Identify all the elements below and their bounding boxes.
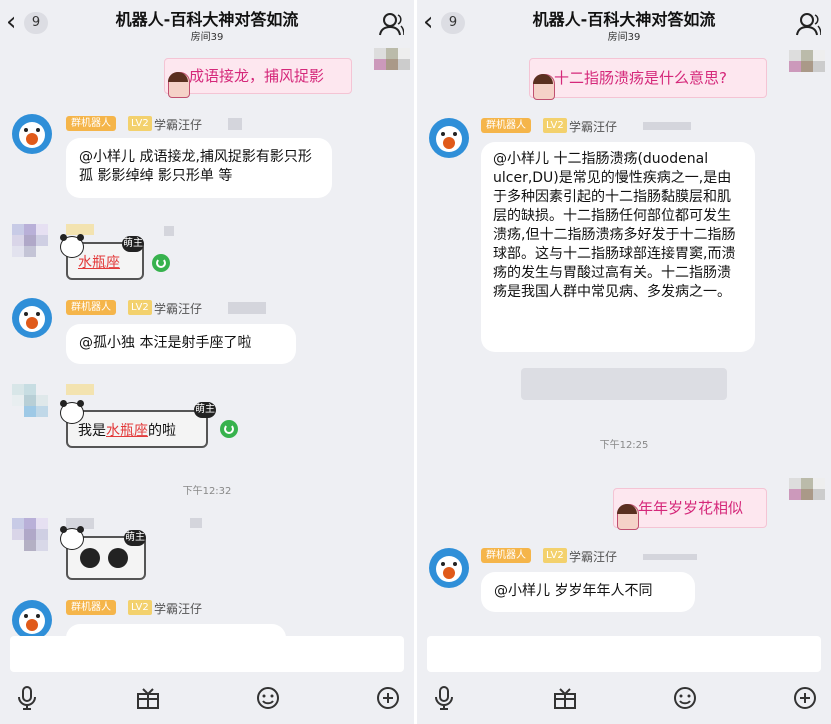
bot-tag: 群机器人 (66, 600, 116, 615)
bot-reply-bubble[interactable]: @孤小独 本汪是射手座了啦 (66, 324, 296, 364)
sticker-girl-icon (617, 504, 639, 530)
level-tag: LV2 (128, 600, 152, 615)
blurred-info (643, 554, 697, 560)
group-members-icon[interactable] (795, 12, 821, 36)
my-message-bubble[interactable]: 成语接龙，捕风捉影 (164, 58, 352, 94)
microphone-icon[interactable] (15, 686, 39, 710)
bot-avatar[interactable] (12, 114, 52, 154)
message-link[interactable]: 水瓶座 (106, 423, 148, 439)
input-bar (0, 636, 414, 724)
bot-tag: 群机器人 (66, 116, 116, 131)
emoji-icon[interactable] (673, 686, 697, 710)
plus-icon[interactable] (376, 686, 400, 710)
sticker-girl-icon (168, 72, 190, 98)
bot-avatar[interactable] (12, 600, 52, 640)
message-list[interactable]: 十二指肠溃疡是什么意思? 群机器人 LV2 学霸汪仔 @小样儿 十二指肠溃疡(d… (417, 46, 831, 636)
gift-icon[interactable] (553, 686, 577, 710)
panda-eye-icon (80, 548, 100, 568)
my-message-bubble[interactable]: 十二指肠溃疡是什么意思? (529, 58, 767, 98)
timestamp: 下午12:32 (182, 486, 232, 497)
panda-sticker-icon (60, 400, 84, 424)
self-avatar[interactable] (789, 478, 827, 522)
panda-eye-icon (108, 548, 128, 568)
bot-avatar[interactable] (429, 548, 469, 588)
timestamp: 下午12:25 (599, 440, 649, 451)
chat-pane-right: ‹ 9 机器人-百科大神对答如流 房间39 十二指肠溃疡是什么意思? 群机器人 … (417, 0, 831, 724)
bot-tag: 群机器人 (481, 118, 531, 133)
level-tag: LV2 (128, 116, 152, 131)
message-input[interactable] (10, 636, 404, 672)
message-input[interactable] (427, 636, 821, 672)
reward-icon[interactable] (152, 254, 170, 272)
bot-name: 学霸汪仔 (569, 120, 618, 134)
room-label: 房间39 (607, 32, 641, 43)
blurred-message (521, 368, 727, 400)
sticker-girl-icon (533, 74, 555, 100)
plus-icon[interactable] (793, 686, 817, 710)
mengzhu-badge: 萌主 (194, 402, 216, 418)
bot-name: 学霸汪仔 (154, 602, 203, 616)
blurred-name (190, 518, 202, 528)
level-tag: LV2 (543, 118, 567, 133)
chat-title: 机器人-百科大神对答如流 (115, 10, 299, 29)
chat-pane-left: ‹ 9 机器人-百科大神对答如流 房间39 成语接龙，捕风捉影 群机器人 LV2… (0, 0, 414, 724)
bot-reply-bubble[interactable]: @小样儿 成语接龙,捕风捉影有影只形孤 影影绰绰 影只形单 等 (66, 138, 332, 198)
user-avatar[interactable] (12, 384, 50, 428)
bot-tag: 群机器人 (481, 548, 531, 563)
input-bar (417, 636, 831, 724)
user-avatar[interactable] (12, 224, 50, 268)
reward-icon[interactable] (220, 420, 238, 438)
self-avatar[interactable] (789, 50, 827, 94)
blurred-name (66, 384, 94, 395)
message-list[interactable]: 成语接龙，捕风捉影 群机器人 LV2 学霸汪仔 @小样儿 成语接龙,捕风捉影有影… (0, 46, 414, 654)
blurred-info (228, 118, 242, 130)
gift-icon[interactable] (136, 686, 160, 710)
panda-sticker-icon (60, 234, 84, 258)
bot-name: 学霸汪仔 (154, 118, 203, 132)
bot-avatar[interactable] (12, 298, 52, 338)
microphone-icon[interactable] (432, 686, 456, 710)
blurred-info (228, 302, 266, 314)
panda-sticker-icon (60, 526, 84, 550)
blurred-name (164, 226, 174, 236)
mengzhu-badge: 萌主 (122, 236, 144, 252)
level-tag: LV2 (128, 300, 152, 315)
user-message-bubble[interactable]: 我是水瓶座的啦 (66, 410, 208, 448)
blurred-info (643, 122, 691, 130)
bot-name: 学霸汪仔 (569, 550, 618, 564)
chat-title: 机器人-百科大神对答如流 (532, 10, 716, 29)
mengzhu-badge: 萌主 (124, 530, 146, 546)
room-label: 房间39 (190, 32, 224, 43)
chat-header: ‹ 9 机器人-百科大神对答如流 房间39 (417, 0, 831, 46)
bot-avatar[interactable] (429, 118, 469, 158)
emoji-icon[interactable] (256, 686, 280, 710)
bot-tag: 群机器人 (66, 300, 116, 315)
message-link[interactable]: 水瓶座 (78, 255, 120, 271)
group-members-icon[interactable] (378, 12, 404, 36)
level-tag: LV2 (543, 548, 567, 563)
user-avatar[interactable] (12, 518, 50, 562)
bot-reply-bubble[interactable]: @小样儿 十二指肠溃疡(duodenal ulcer,DU)是常见的慢性疾病之一… (481, 142, 755, 352)
self-avatar[interactable] (374, 48, 412, 92)
bot-reply-bubble[interactable]: @小样儿 岁岁年年人不同 (481, 572, 695, 612)
bot-name: 学霸汪仔 (154, 302, 203, 316)
chat-header: ‹ 9 机器人-百科大神对答如流 房间39 (0, 0, 414, 46)
